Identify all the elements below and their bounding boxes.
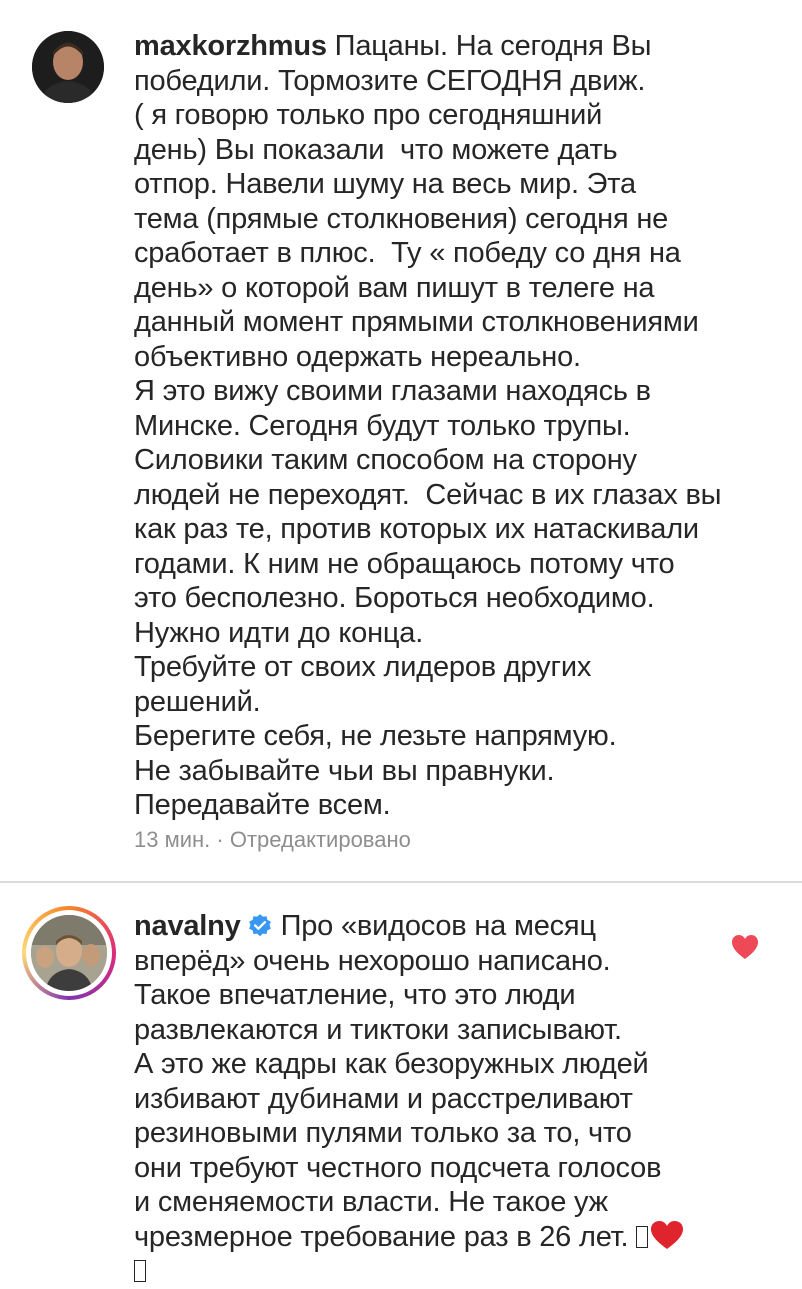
username[interactable]: navalny [134,910,241,942]
comment-body: Пацаны. На сегодня Вы победили. Тормозит… [134,30,722,821]
comment-text: navalny Про «видосов на месяц вперёд» оче… [134,909,774,1289]
edited-label: Отредактировано [229,827,411,852]
username[interactable]: maxkorzhmus [134,30,327,62]
comment-body: Про «видосов на месяц вперёд» очень нехо… [134,910,662,1253]
avatar[interactable] [32,31,104,103]
comment-time: 13 мин. [134,827,211,852]
red-heart-emoji-icon [651,1220,684,1249]
comment-maxkorzhmus: maxkorzhmus Пацаны. На сегодня Вы победи… [0,0,802,881]
story-ring[interactable] [22,906,116,1000]
avatar [31,915,107,991]
unsupported-emoji-icon [134,1260,146,1282]
avatar-photo [32,31,104,103]
heart-icon[interactable] [731,934,759,960]
meta-separator: · [216,827,224,852]
comment-meta: 13 мин. · Отредактировано [134,827,411,853]
avatar-photo [31,915,107,991]
verified-badge-icon [248,914,271,937]
unsupported-emoji-icon [636,1225,649,1248]
comment-text: maxkorzhmus Пацаны. На сегодня Вы победи… [134,29,774,823]
